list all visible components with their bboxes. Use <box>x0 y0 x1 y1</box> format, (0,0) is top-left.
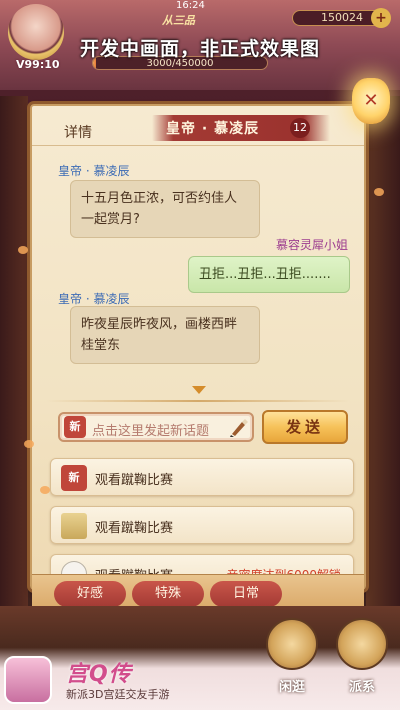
status-time: 16:24 <box>176 0 205 11</box>
tab-daily[interactable]: 日常 <box>210 581 282 607</box>
new-badge-icon: 新 <box>61 465 87 491</box>
chat-dialog: 详情 皇帝 · 慕凌辰 12 皇帝 · 慕凌辰 十五月色正浓，可否约佳人 一起赏… <box>30 104 366 612</box>
message-sender: 皇帝 · 慕凌辰 <box>58 164 130 178</box>
message-line: 桂堂东 <box>81 338 121 353</box>
dev-watermark-banner: 开发中画面，非正式效果图 <box>79 38 320 60</box>
details-tab[interactable]: 详情 <box>64 122 92 142</box>
dialog-header: 详情 皇帝 · 慕凌辰 12 <box>32 106 364 146</box>
lantern-icon: ✕ <box>352 78 390 124</box>
topic-option[interactable]: 观看蹴鞠比赛 <box>50 506 354 544</box>
message-bubble: 昨夜星辰昨夜风，画楼西畔 桂堂东 <box>70 306 260 364</box>
message-sender: 慕容灵犀小姐 <box>275 238 348 252</box>
app-slogan: 新派3D宫廷交友手游 <box>66 688 170 701</box>
dialog-title: 皇帝 · 慕凌辰 <box>166 121 260 137</box>
left-scene-decoration <box>0 96 28 606</box>
app-logo: 宫Q传 <box>66 662 132 687</box>
tab-affection[interactable]: 好感 <box>54 581 126 607</box>
new-badge-icon: 新 <box>64 416 86 438</box>
topic-placeholder: 点击这里发起新话题 <box>92 424 210 439</box>
message-sender: 皇帝 · 慕凌辰 <box>58 292 130 306</box>
message-line: 一起赏月? <box>81 212 140 227</box>
topic-option[interactable]: 新 观看蹴鞠比赛 <box>50 458 354 496</box>
message-bubble: 十五月色正浓，可否约佳人 一起赏月? <box>70 180 260 238</box>
app-promo-banner[interactable]: 宫Q传 新派3D宫廷交友手游 <box>0 654 260 710</box>
brush-icon <box>230 419 248 437</box>
petal-decoration <box>18 246 28 254</box>
message-bubble: 丑拒...丑拒...丑拒....... <box>188 256 350 293</box>
petal-decoration <box>40 486 50 494</box>
section-divider <box>46 400 350 402</box>
faction-nav-label: 派系 <box>348 680 375 695</box>
topic-option-label: 观看蹴鞠比赛 <box>95 521 174 536</box>
add-currency-button[interactable]: + <box>371 8 391 28</box>
petal-decoration <box>24 440 34 448</box>
topic-option-label: 观看蹴鞠比赛 <box>95 473 174 488</box>
tab-special[interactable]: 特殊 <box>132 581 204 607</box>
faction-nav-button[interactable] <box>336 618 388 670</box>
message-line: 昨夜星辰昨夜风，画楼西畔 <box>81 317 238 332</box>
send-button[interactable]: 发送 <box>262 410 348 444</box>
rank-label: 从三品 <box>162 14 195 27</box>
app-icon <box>4 656 52 704</box>
title-badge: 12 <box>290 118 310 138</box>
wander-nav-label: 闲逛 <box>278 680 305 695</box>
wander-nav-button[interactable] <box>266 618 318 670</box>
new-topic-input[interactable]: 新 点击这里发起新话题 <box>58 412 254 442</box>
petal-decoration <box>374 188 384 196</box>
right-scene-decoration <box>366 96 400 606</box>
currency-counter: 150024 + <box>292 8 391 28</box>
scroll-more-chevron-icon[interactable] <box>192 386 206 396</box>
currency-value: 150024 <box>321 11 363 24</box>
scroll-icon <box>61 513 87 539</box>
message-line: 丑拒...丑拒...丑拒....... <box>199 267 331 282</box>
title-ribbon: 皇帝 · 慕凌辰 12 <box>152 115 330 141</box>
message-line: 十五月色正浓，可否约佳人 <box>81 191 238 206</box>
